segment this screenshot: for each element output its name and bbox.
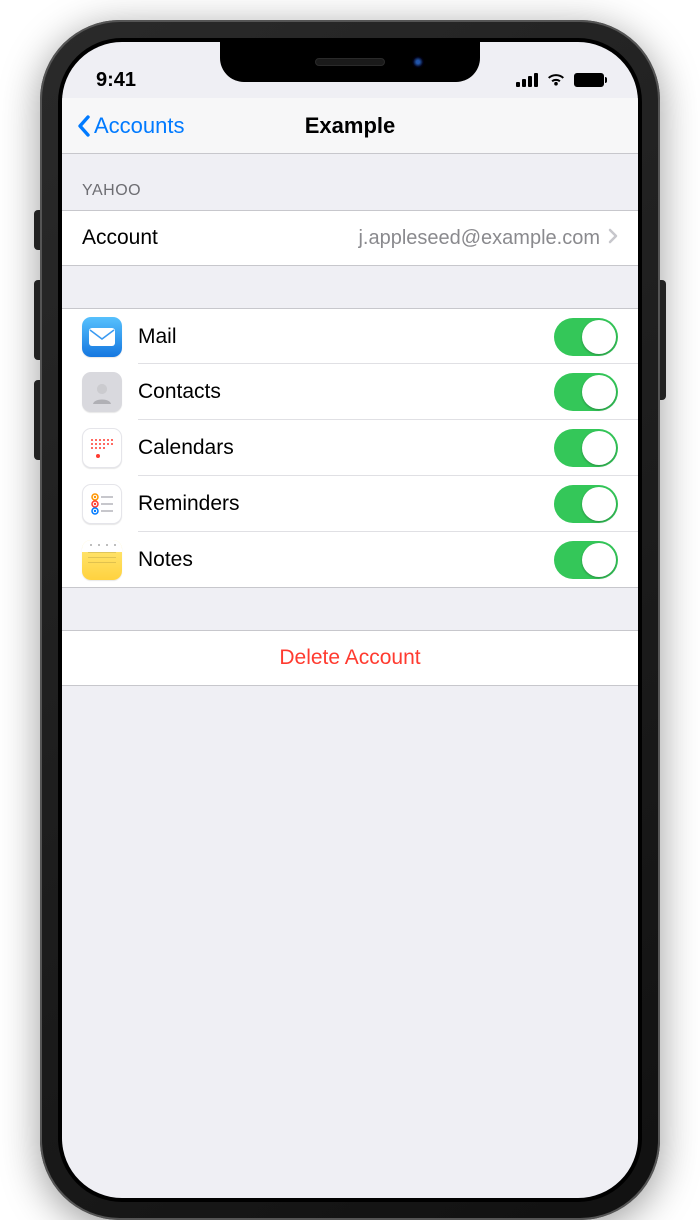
service-label: Notes — [138, 548, 193, 572]
reminders-icon — [82, 484, 122, 524]
screen: 9:41 Accounts Example — [62, 42, 638, 1198]
service-row-notes: Notes — [62, 532, 638, 588]
toggle-contacts[interactable] — [554, 373, 618, 411]
status-time: 9:41 — [96, 69, 136, 92]
notch — [220, 42, 480, 82]
account-label: Account — [82, 226, 158, 250]
service-row-calendars: Calendars — [62, 420, 638, 476]
account-row[interactable]: Account j.appleseed@example.com — [62, 210, 638, 266]
service-row-reminders: Reminders — [62, 476, 638, 532]
service-label: Calendars — [138, 436, 234, 460]
phone-frame: 9:41 Accounts Example — [40, 20, 660, 1220]
contacts-icon — [82, 372, 122, 412]
chevron-left-icon — [76, 114, 92, 138]
wifi-icon — [546, 73, 566, 87]
toggle-mail[interactable] — [554, 318, 618, 356]
toggle-reminders[interactable] — [554, 485, 618, 523]
chevron-right-icon — [608, 227, 618, 250]
account-value: j.appleseed@example.com — [358, 227, 600, 250]
toggle-notes[interactable] — [554, 541, 618, 579]
service-label: Contacts — [138, 380, 221, 404]
mail-icon — [82, 317, 122, 357]
battery-icon — [574, 73, 604, 87]
calendar-icon — [82, 428, 122, 468]
services-group: Mail Contacts — [62, 308, 638, 588]
service-label: Mail — [138, 325, 177, 349]
service-label: Reminders — [138, 492, 240, 516]
back-label: Accounts — [94, 113, 185, 139]
toggle-calendars[interactable] — [554, 429, 618, 467]
delete-account-button[interactable]: Delete Account — [62, 630, 638, 686]
notes-icon — [82, 540, 122, 580]
service-row-mail: Mail — [62, 308, 638, 364]
back-button[interactable]: Accounts — [76, 113, 185, 139]
delete-label: Delete Account — [279, 646, 420, 670]
cell-signal-icon — [516, 73, 538, 87]
service-row-contacts: Contacts — [62, 364, 638, 420]
section-header-yahoo: YAHOO — [62, 154, 638, 210]
nav-bar: Accounts Example — [62, 98, 638, 154]
